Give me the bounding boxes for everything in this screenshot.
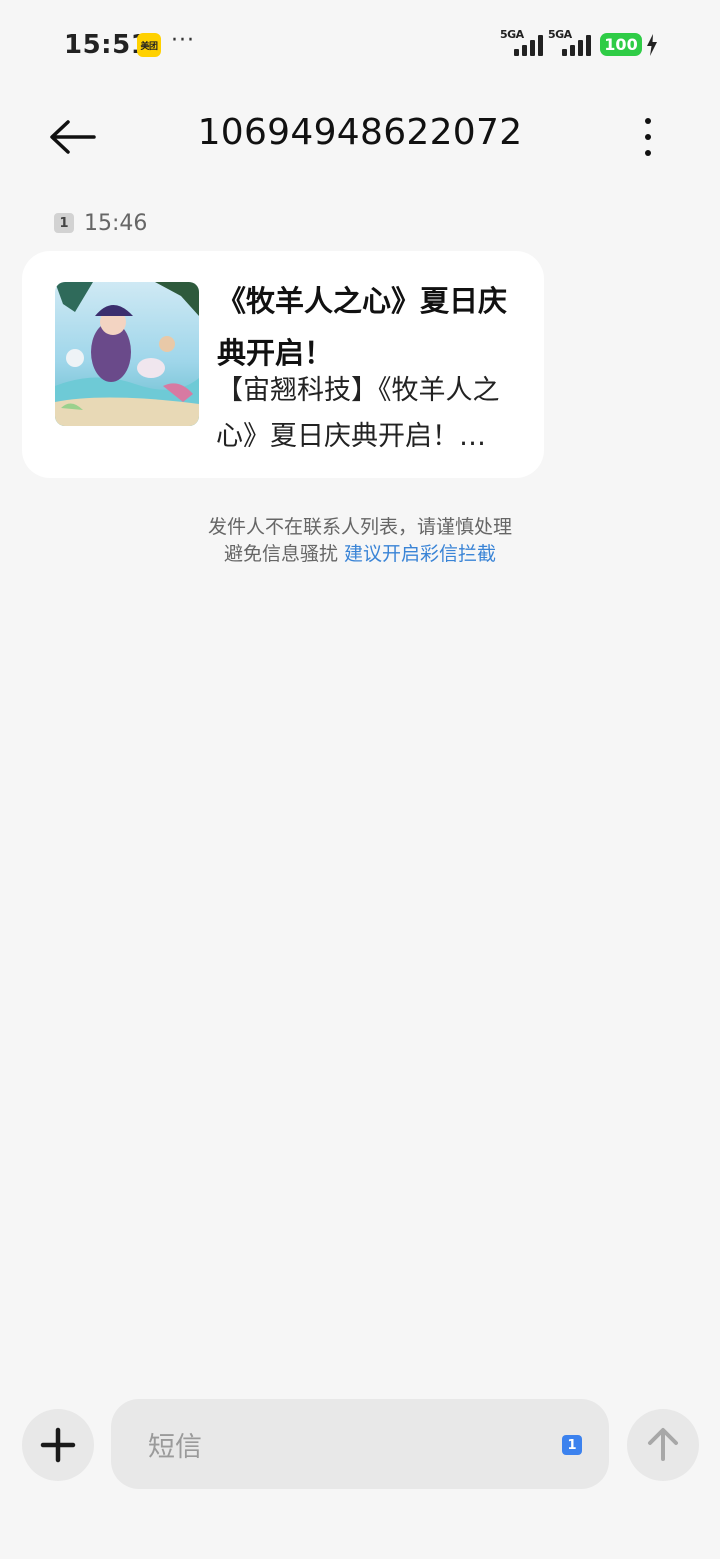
- status-bar: 15:51 美团 ··· 5GA 5GA 100: [0, 0, 720, 90]
- bolt-icon: [647, 34, 657, 56]
- spam-notice: 发件人不在联系人列表，请谨慎处理 避免信息骚扰 建议开启彩信拦截: [0, 514, 720, 568]
- sim-select-button[interactable]: 1: [562, 1435, 582, 1455]
- rich-message-card[interactable]: 《牧羊人之心》夏日庆典开启！ 【宙翘科技】《牧羊人之心》夏日庆典开启！…: [22, 251, 544, 478]
- notice-text: 避免信息骚扰: [223, 543, 338, 565]
- card-thumbnail: [55, 282, 199, 426]
- card-body: 【宙翘科技】《牧羊人之心》夏日庆典开启！…: [216, 375, 500, 452]
- back-button[interactable]: [42, 112, 102, 162]
- enable-mms-block-link[interactable]: 建议开启彩信拦截: [344, 543, 496, 565]
- plus-icon: [40, 1427, 76, 1463]
- sim-badge: 1: [54, 213, 74, 233]
- meituan-notification-icon: 美团: [137, 33, 161, 57]
- notice-line2: 避免信息骚扰 建议开启彩信拦截: [0, 541, 720, 568]
- card-title: 《牧羊人之心》夏日庆典开启！: [217, 284, 508, 370]
- message-timestamp: 15:46: [84, 210, 148, 236]
- notice-line1: 发件人不在联系人列表，请谨慎处理: [207, 516, 512, 538]
- screen: 15:51 美团 ··· 5GA 5GA 100 10694948622072: [0, 0, 720, 1559]
- send-button[interactable]: [627, 1409, 699, 1481]
- message-input[interactable]: 短信 1: [111, 1399, 609, 1489]
- add-attachment-button[interactable]: [22, 1409, 94, 1481]
- arrow-up-icon: [648, 1428, 678, 1461]
- thread-title: 10694948622072: [197, 112, 523, 153]
- overflow-menu-button[interactable]: [628, 112, 668, 162]
- battery-indicator: 100: [600, 33, 642, 56]
- message-input-placeholder: 短信: [148, 1432, 202, 1463]
- sim1-signal-icon: 5GA: [500, 28, 546, 58]
- more-notifications-icon: ···: [171, 28, 195, 53]
- app-bar: 10694948622072: [0, 90, 720, 185]
- message-meta: 1 15:46: [54, 208, 147, 238]
- sim2-signal-icon: 5GA: [548, 28, 594, 58]
- arrow-left-icon: [50, 120, 96, 154]
